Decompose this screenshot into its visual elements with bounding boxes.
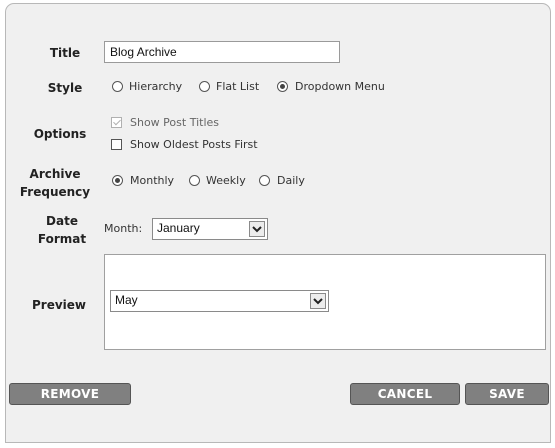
title-label: Title	[49, 46, 81, 60]
title-input[interactable]: Blog Archive	[104, 41, 340, 63]
preview-dropdown-button[interactable]	[310, 293, 326, 309]
show-post-titles-checkbox[interactable]	[111, 117, 122, 128]
show-post-titles-label: Show Post Titles	[130, 116, 219, 129]
archive-frequency-label-line1: Archive	[29, 167, 81, 181]
frequency-radio-monthly[interactable]	[112, 175, 123, 186]
cancel-button[interactable]: CANCEL	[350, 383, 460, 405]
show-oldest-posts-label: Show Oldest Posts First	[130, 138, 258, 151]
date-format-month-prefix: Month:	[104, 222, 143, 235]
style-radio-flat-list[interactable]	[199, 81, 210, 92]
date-format-label-line1: Date	[46, 214, 78, 228]
frequency-radio-weekly[interactable]	[189, 175, 200, 186]
frequency-option-monthly-label: Monthly	[130, 174, 175, 187]
frequency-radio-daily[interactable]	[259, 175, 270, 186]
chevron-down-icon	[252, 226, 262, 233]
style-option-dropdown-menu-label: Dropdown Menu	[295, 80, 385, 93]
style-radio-hierarchy[interactable]	[112, 81, 123, 92]
options-label: Options	[33, 127, 87, 141]
archive-frequency-label-line2: Frequency	[19, 185, 91, 199]
preview-archive-dropdown[interactable]: May	[110, 290, 329, 312]
style-label: Style	[47, 81, 83, 95]
frequency-option-daily-label: Daily	[277, 174, 305, 187]
date-format-month-value: January	[157, 221, 200, 235]
remove-button[interactable]: REMOVE	[9, 383, 131, 405]
frequency-option-weekly-label: Weekly	[206, 174, 246, 187]
style-radio-dropdown-menu[interactable]	[277, 81, 288, 92]
preview-dropdown-value: May	[115, 293, 138, 307]
chevron-down-icon	[313, 298, 323, 305]
style-option-flat-list-label: Flat List	[216, 80, 260, 93]
save-button[interactable]: SAVE	[465, 383, 549, 405]
preview-label: Preview	[31, 298, 86, 312]
date-format-month-select[interactable]: January	[152, 218, 268, 240]
style-option-hierarchy-label: Hierarchy	[129, 80, 183, 93]
date-format-dropdown-button[interactable]	[249, 221, 265, 237]
date-format-label-line2: Format	[37, 232, 87, 246]
show-oldest-posts-checkbox[interactable]	[111, 139, 122, 150]
